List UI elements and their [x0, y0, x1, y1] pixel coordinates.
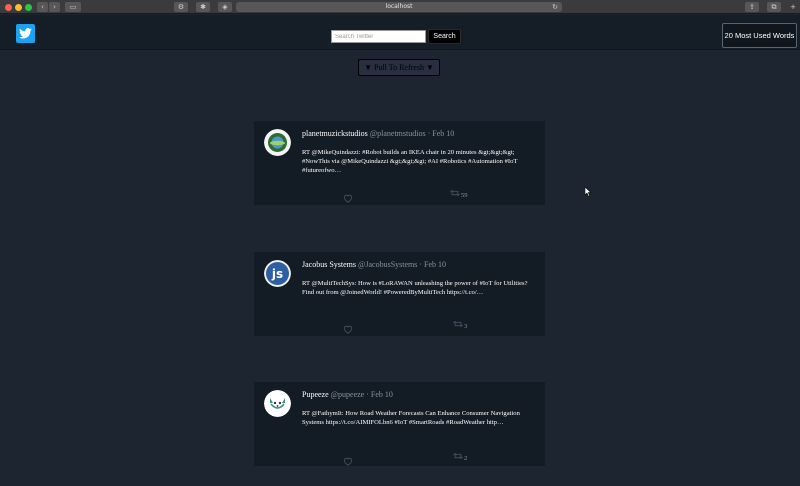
retweet-button[interactable]: 2: [453, 452, 468, 462]
zoom-window-button[interactable]: [25, 4, 32, 11]
retweet-count: 59: [461, 192, 468, 199]
search-button[interactable]: Search: [428, 29, 461, 44]
tweet-meta: Pupeeze @pupeeze · Feb 10: [302, 390, 393, 399]
extension-icon[interactable]: ✱: [196, 2, 210, 12]
avatar[interactable]: [264, 390, 291, 417]
tweet-text: RT @MikeQuindazzi: #Robot builds an IKEA…: [302, 149, 518, 174]
retweet-count: 2: [464, 455, 468, 462]
tweet-card[interactable]: js Jacobus Systems @JacobusSystems · Feb…: [254, 252, 545, 336]
forward-icon[interactable]: ›: [49, 2, 60, 12]
user-handle[interactable]: @pupeeze: [331, 390, 365, 399]
address-bar[interactable]: localhost ↻: [236, 2, 562, 12]
retweet-button[interactable]: 3: [453, 320, 468, 330]
url-text: localhost: [385, 3, 413, 10]
retweet-icon: [453, 452, 463, 460]
tweet-date: · Feb 10: [366, 390, 393, 399]
twitter-bird-icon[interactable]: [16, 24, 35, 43]
user-handle[interactable]: @planetmstudios: [370, 129, 426, 138]
back-icon[interactable]: ‹: [37, 2, 48, 12]
tweet-card[interactable]: planetmuzickstudios @planetmstudios · Fe…: [254, 121, 545, 205]
tweet-date: · Feb 10: [419, 260, 447, 269]
retweet-icon: [450, 189, 460, 197]
mouse-cursor-icon: [584, 184, 592, 202]
app-header: Search 20 Most Used Words: [0, 15, 800, 50]
user-name[interactable]: Pupeeze: [302, 390, 329, 399]
user-name[interactable]: Jacobus Systems: [302, 260, 356, 269]
close-window-button[interactable]: [5, 4, 12, 11]
tabs-overview-icon[interactable]: ⧉: [767, 2, 781, 12]
new-tab-icon[interactable]: +: [788, 2, 798, 12]
sidebar-icon[interactable]: ▭: [65, 2, 81, 12]
retweet-icon: [453, 320, 463, 328]
tweet-text: RT @MultiTechSys: How is #LoRAWAN unleas…: [302, 280, 528, 296]
minimize-window-button[interactable]: [15, 4, 22, 11]
heart-icon[interactable]: [343, 453, 353, 471]
retweet-button[interactable]: 59: [450, 189, 468, 199]
reload-icon[interactable]: ↻: [552, 2, 558, 12]
avatar[interactable]: js: [264, 260, 291, 287]
tweet-meta: Jacobus Systems @JacobusSystems · Feb 10: [302, 260, 446, 269]
avatar[interactable]: [264, 129, 291, 156]
heart-icon[interactable]: [343, 190, 353, 208]
search-input[interactable]: [331, 30, 426, 43]
heart-icon[interactable]: [343, 321, 353, 339]
tweet-date: · Feb 10: [427, 129, 455, 138]
settings-icon[interactable]: ⚙: [174, 2, 188, 12]
pull-to-refresh-button[interactable]: ▼ Pull To Refresh ▼: [358, 59, 440, 76]
user-handle[interactable]: @JacobusSystems: [358, 260, 417, 269]
user-name[interactable]: planetmuzickstudios: [302, 129, 368, 138]
share-icon[interactable]: ⇪: [745, 2, 759, 12]
tweet-meta: planetmuzickstudios @planetmstudios · Fe…: [302, 129, 454, 138]
svg-text:js: js: [271, 267, 283, 281]
tweet-text: RT @FathymIt: How Road Weather Forecasts…: [302, 410, 520, 426]
tweet-card[interactable]: Pupeeze @pupeeze · Feb 10 RT @FathymIt: …: [254, 382, 545, 466]
retweet-count: 3: [464, 323, 468, 330]
shield-icon[interactable]: ◈: [218, 2, 232, 12]
most-used-words-button[interactable]: 20 Most Used Words: [722, 23, 797, 48]
browser-toolbar: ‹ › ▭ ⚙ ✱ ◈ localhost ↻ ⇪ ⧉ +: [0, 0, 800, 14]
